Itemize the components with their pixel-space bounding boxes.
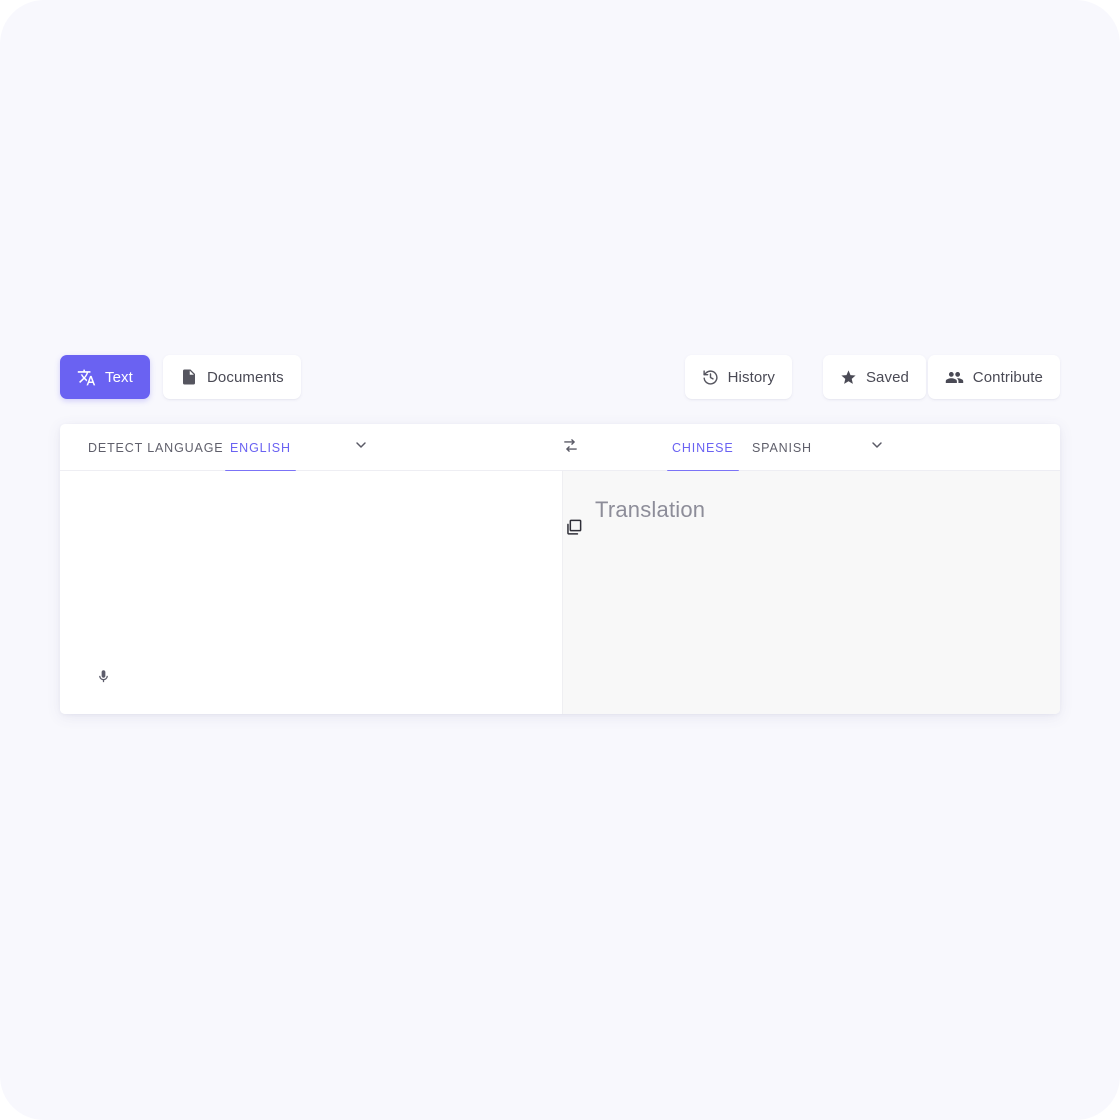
- source-pane: [60, 471, 563, 714]
- tab-text-label: Text: [105, 368, 133, 386]
- top-toolbar: Text Documents History Saved Contribute: [60, 355, 1060, 399]
- target-language-chinese[interactable]: CHINESE: [667, 424, 739, 472]
- target-language-spanish-label: SPANISH: [752, 440, 812, 455]
- tab-documents-label: Documents: [207, 368, 284, 386]
- swap-languages-button[interactable]: [552, 424, 588, 471]
- target-language-chinese-label: CHINESE: [672, 440, 734, 455]
- history-icon: [702, 369, 719, 386]
- document-icon: [180, 368, 198, 386]
- history-button[interactable]: History: [684, 355, 792, 399]
- copy-translation-button[interactable]: [562, 519, 584, 541]
- contribute-label: Contribute: [972, 368, 1043, 386]
- source-language-english[interactable]: ENGLISH: [225, 424, 296, 472]
- translate-icon: [77, 368, 96, 387]
- source-language-dropdown[interactable]: [344, 424, 378, 471]
- chevron-down-icon: [353, 437, 369, 458]
- saved-label: Saved: [865, 368, 909, 386]
- translator-panes: Translation: [60, 471, 1060, 714]
- page-root: Text Documents History Saved Contribute …: [0, 0, 1120, 1120]
- history-label: History: [727, 368, 775, 386]
- microphone-button[interactable]: [88, 664, 118, 694]
- contribute-button[interactable]: Contribute: [927, 355, 1060, 399]
- translation-placeholder: Translation: [595, 497, 706, 522]
- target-language-spanish[interactable]: SPANISH: [752, 424, 812, 471]
- chevron-down-icon: [869, 437, 885, 458]
- tab-documents[interactable]: Documents: [163, 355, 301, 399]
- source-language-english-label: ENGLISH: [230, 440, 291, 455]
- copy-icon: [564, 518, 583, 542]
- language-bar: DETECT LANGUAGE ENGLISH CHINESE SPANISH: [60, 424, 1060, 472]
- people-icon: [945, 368, 964, 387]
- source-language-detect-label: DETECT LANGUAGE: [88, 440, 224, 455]
- swap-horizontal-icon: [562, 437, 579, 459]
- target-language-dropdown[interactable]: [860, 424, 894, 471]
- saved-button[interactable]: Saved: [822, 355, 926, 399]
- source-text-input[interactable]: [90, 491, 535, 661]
- tab-text[interactable]: Text: [60, 355, 150, 399]
- target-pane: Translation: [563, 471, 1060, 714]
- microphone-icon: [96, 669, 111, 689]
- star-icon: [840, 369, 857, 386]
- translator-card: DETECT LANGUAGE ENGLISH CHINESE SPANISH …: [60, 424, 1060, 714]
- source-language-detect[interactable]: DETECT LANGUAGE: [88, 424, 223, 471]
